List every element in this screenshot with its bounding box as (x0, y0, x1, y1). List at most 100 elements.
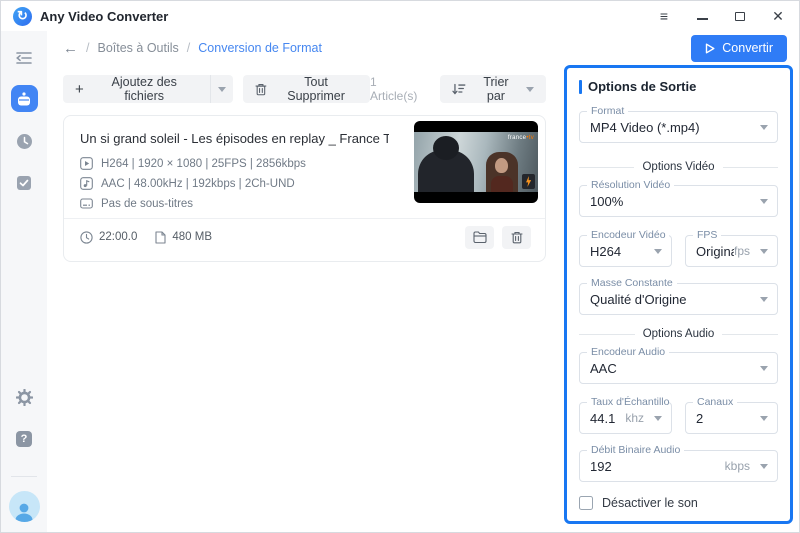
video-stream-icon (80, 157, 93, 170)
audio-encoder-select[interactable]: Encodeur Audio AAC (579, 352, 778, 384)
convert-button-label: Convertir (722, 41, 773, 55)
plus-icon: + (75, 82, 84, 97)
audio-info: AAC | 48.00kHz | 192kbps | 2Ch-UND (101, 178, 295, 190)
panel-accent-bar (579, 80, 582, 94)
resolution-label: Résolution Vidéo (587, 179, 674, 191)
bitrate-mode-select[interactable]: Masse Constante Qualité d'Origine (579, 283, 778, 315)
file-title: Un si grand soleil - Les épisodes en rep… (80, 131, 389, 146)
chevron-down-icon (760, 366, 768, 371)
close-icon[interactable]: ✕ (771, 9, 785, 23)
video-encoder-value: H264 (590, 244, 654, 259)
chevron-down-icon (760, 125, 768, 130)
file-card: Un si grand soleil - Les épisodes en rep… (63, 115, 546, 262)
video-options-divider: Options Vidéo (579, 161, 778, 173)
toolbar: + Ajoutez des fichiers Tout Supprimer 1 … (63, 75, 546, 103)
thumbnail-frame: france•tv (414, 132, 538, 192)
user-avatar[interactable] (9, 491, 40, 522)
window-menu-icon[interactable]: ≡ (657, 9, 671, 23)
bitrate-mode-label: Masse Constante (587, 277, 677, 289)
channel-badge-dot: •tv (526, 135, 534, 141)
audio-bitrate-select[interactable]: Débit Binaire Audio 192 kbps (579, 450, 778, 482)
settings-gear-icon[interactable] (9, 382, 39, 412)
delete-all-label: Tout Supprimer (274, 75, 358, 103)
sample-rate-unit: khz (625, 411, 644, 425)
video-thumbnail[interactable]: france•tv (414, 121, 538, 203)
app-window: ↻ Any Video Converter ≡ ✕ (0, 0, 800, 533)
thumbnail-figure-right (486, 152, 518, 192)
panel-header: Options de Sortie (579, 79, 778, 94)
panel-title: Options de Sortie (588, 79, 696, 94)
chevron-down-icon (526, 87, 534, 92)
sort-button[interactable]: Trier par (440, 75, 546, 103)
audio-encoder-value: AAC (590, 361, 760, 376)
app-title: Any Video Converter (40, 9, 168, 24)
help-icon[interactable]: ? (9, 424, 39, 454)
convert-button[interactable]: Convertir (691, 35, 787, 62)
size-item: 480 MB (155, 231, 212, 244)
thumbnail-figure-left (418, 150, 474, 192)
resolution-select[interactable]: Résolution Vidéo 100% (579, 185, 778, 217)
item-count: 1 Article(s) (370, 75, 426, 103)
minimize-icon[interactable] (695, 9, 709, 23)
samplerate-channels-row: Taux d'Échantillonn... 44.1 khz Canaux 2 (579, 402, 778, 434)
breadcrumb-current: Conversion de Format (198, 41, 322, 55)
breadcrumb-toolbox[interactable]: Boîtes à Outils (97, 41, 178, 55)
card-actions (465, 226, 531, 249)
card-footer: 22:00.0 480 MB (80, 219, 531, 255)
mute-label: Désactiver le son (602, 496, 698, 510)
chevron-down-icon (760, 249, 768, 254)
folder-icon (473, 231, 487, 243)
delete-item-button[interactable] (502, 226, 531, 249)
add-files-button[interactable]: + Ajoutez des fichiers (63, 75, 210, 103)
resolution-value: 100% (590, 194, 760, 209)
header-row: ← / Boîtes à Outils / Conversion de Form… (47, 31, 799, 65)
titlebar: ↻ Any Video Converter ≡ ✕ (1, 1, 799, 31)
video-encoder-label: Encodeur Vidéo (587, 229, 669, 241)
audio-bitrate-label: Débit Binaire Audio (587, 444, 684, 456)
chevron-down-icon (654, 416, 662, 421)
video-options-title: Options Vidéo (642, 161, 714, 173)
clock-icon (80, 231, 93, 244)
sort-label: Trier par (473, 75, 519, 103)
sidebar-item-converter[interactable] (11, 85, 38, 112)
fps-label: FPS (693, 229, 721, 241)
fps-select[interactable]: FPS Original fps (685, 235, 778, 267)
channels-label: Canaux (693, 396, 737, 408)
audio-bitrate-value: 192 (590, 459, 725, 474)
video-encoder-select[interactable]: Encodeur Vidéo H264 (579, 235, 672, 267)
fps-unit: fps (734, 244, 750, 258)
delete-all-button[interactable]: Tout Supprimer (243, 75, 370, 103)
breadcrumb-separator: / (86, 41, 89, 55)
back-arrow-icon[interactable]: ← (63, 40, 78, 57)
sample-rate-label: Taux d'Échantillonn... (587, 396, 669, 408)
sidebar-collapse-icon[interactable] (9, 43, 39, 73)
maximize-glyph (735, 12, 745, 21)
sample-rate-select[interactable]: Taux d'Échantillonn... 44.1 khz (579, 402, 672, 434)
bitrate-mode-value: Qualité d'Origine (590, 292, 760, 307)
audio-encoder-label: Encodeur Audio (587, 346, 669, 358)
file-list-area: + Ajoutez des fichiers Tout Supprimer 1 … (47, 65, 562, 532)
channel-badge-text: france (508, 135, 526, 141)
mute-checkbox-row[interactable]: Désactiver le son (579, 496, 778, 510)
audio-options-title: Options Audio (643, 328, 715, 340)
window-controls: ≡ ✕ (657, 9, 785, 23)
sidebar: ? (1, 31, 47, 532)
sidebar-bottom: ? (9, 382, 40, 522)
audio-options-divider: Options Audio (579, 328, 778, 340)
chevron-down-icon (760, 416, 768, 421)
encoder-fps-row: Encodeur Vidéo H264 FPS Original fps (579, 235, 778, 267)
mute-checkbox[interactable] (579, 496, 593, 510)
channels-select[interactable]: Canaux 2 (685, 402, 778, 434)
sidebar-item-history[interactable] (9, 126, 39, 156)
sidebar-item-tasks[interactable] (9, 168, 39, 198)
chevron-down-icon (760, 199, 768, 204)
open-folder-button[interactable] (465, 226, 494, 249)
bolt-badge (522, 174, 535, 189)
audio-bitrate-unit: kbps (725, 459, 750, 473)
lightning-icon (525, 176, 532, 187)
format-select[interactable]: Format MP4 Video (*.mp4) (579, 111, 778, 143)
maximize-icon[interactable] (733, 9, 747, 23)
add-files-dropdown-button[interactable] (210, 75, 234, 103)
format-label: Format (587, 105, 628, 117)
chevron-down-icon (654, 249, 662, 254)
